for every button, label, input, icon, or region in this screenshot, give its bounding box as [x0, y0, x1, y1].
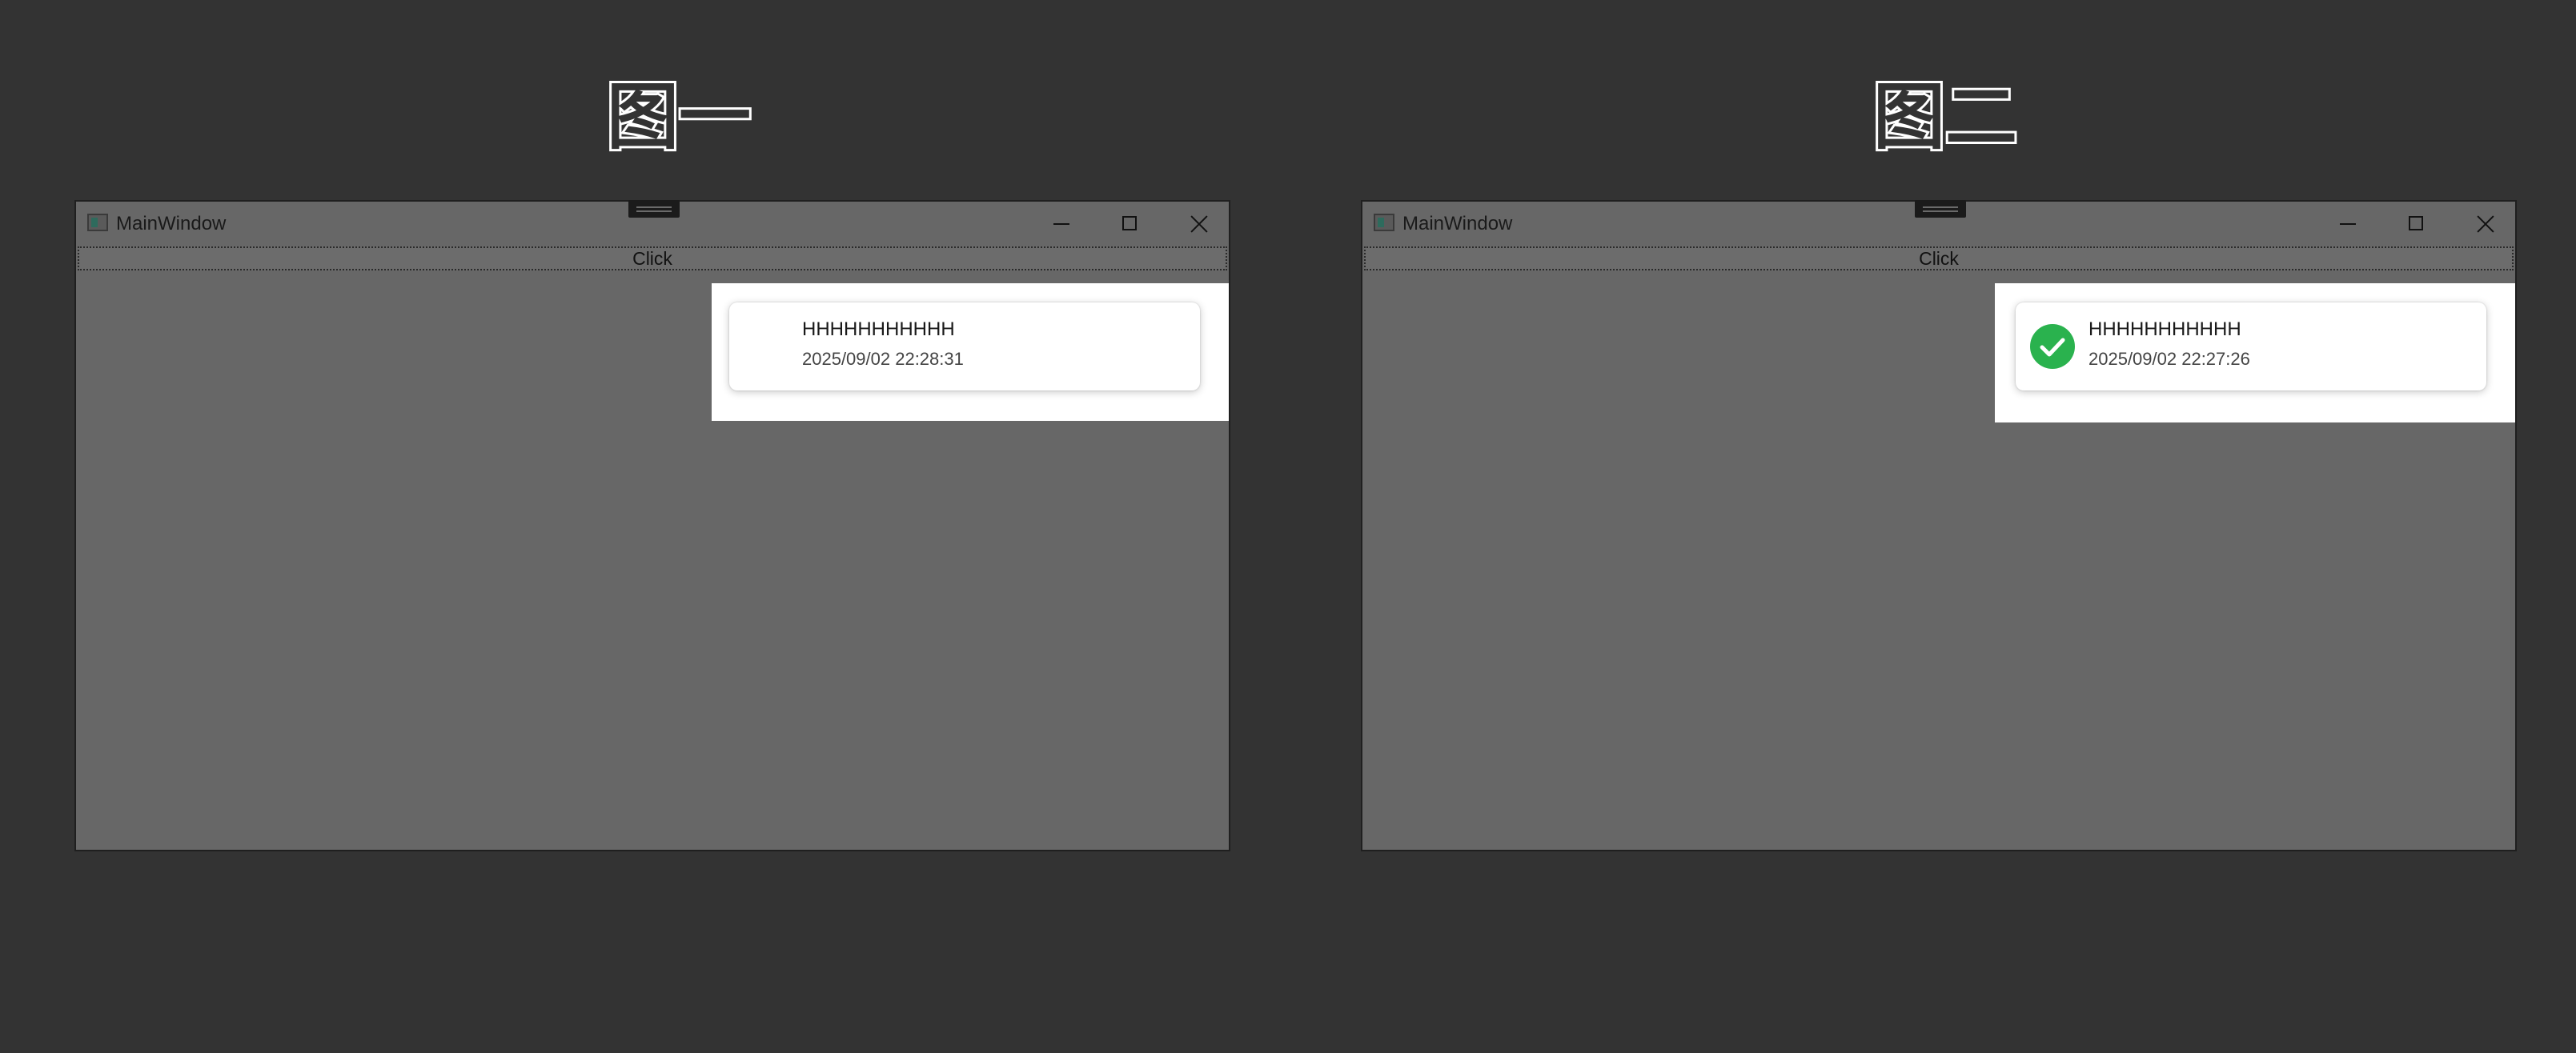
snap-layout-handle[interactable]: [628, 200, 680, 218]
title-bar[interactable]: MainWindow: [1362, 200, 2515, 246]
close-icon: [1190, 214, 1209, 234]
maximize-button[interactable]: [1095, 202, 1164, 246]
figure-2: 图二 MainWindow Click HHHHHHHHHHH 2025/09/…: [1288, 0, 2576, 1053]
minimize-icon: [2340, 223, 2356, 225]
maximize-icon: [2409, 216, 2423, 230]
notification-toast[interactable]: HHHHHHHHHHH 2025/09/02 22:28:31: [729, 302, 1200, 390]
notification-popup: HHHHHHHHHHH 2025/09/02 22:27:26: [1995, 283, 2515, 422]
click-button[interactable]: Click: [1364, 246, 2514, 270]
snap-layout-handle[interactable]: [1915, 200, 1966, 218]
toast-title: HHHHHHHHHHH: [2088, 318, 2241, 340]
click-button[interactable]: Click: [78, 246, 1227, 270]
title-bar[interactable]: MainWindow: [76, 200, 1229, 246]
minimize-icon: [1053, 223, 1069, 225]
figure-caption: 图二: [1871, 73, 2020, 162]
toast-timestamp: 2025/09/02 22:28:31: [802, 349, 964, 369]
close-button[interactable]: [1164, 202, 1233, 246]
main-window: MainWindow Click HHHHHHHHHHH 2025/09/02 …: [1361, 200, 2517, 851]
app-icon: [87, 214, 108, 231]
minimize-button[interactable]: [1026, 202, 1095, 246]
figure-caption: 图一: [604, 73, 753, 162]
minimize-button[interactable]: [2313, 202, 2381, 246]
main-window: MainWindow Click HHHHHHHHHHH 2025/09/02 …: [74, 200, 1230, 851]
close-button[interactable]: [2450, 202, 2519, 246]
figure-1: 图一 MainWindow Click HHHHHHHHHHH 2025/09/…: [0, 0, 1288, 1053]
window-title: MainWindow: [1402, 213, 1513, 234]
check-circle-icon: [2030, 324, 2075, 369]
maximize-icon: [1122, 216, 1137, 230]
notification-popup: HHHHHHHHHHH 2025/09/02 22:28:31: [712, 283, 1229, 421]
app-icon: [1374, 214, 1394, 231]
toast-timestamp: 2025/09/02 22:27:26: [2088, 349, 2250, 369]
close-icon: [2476, 214, 2495, 234]
notification-toast[interactable]: HHHHHHHHHHH 2025/09/02 22:27:26: [2016, 302, 2486, 390]
window-title: MainWindow: [116, 213, 227, 234]
toast-title: HHHHHHHHHHH: [802, 318, 955, 340]
maximize-button[interactable]: [2381, 202, 2450, 246]
